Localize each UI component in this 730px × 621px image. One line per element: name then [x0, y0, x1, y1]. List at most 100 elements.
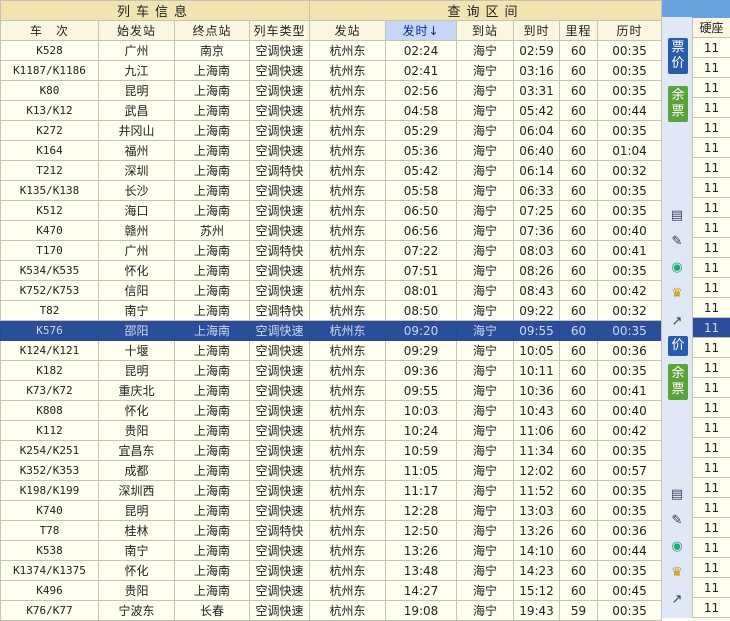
table-row[interactable]: T78桂林上海南空调特快杭州东12:50海宁13:266000:36 — [1, 521, 662, 541]
cell-hard-seat[interactable]: 11 — [693, 358, 730, 378]
cell-origin: 昆明 — [99, 361, 175, 381]
table-row[interactable]: T82南宁上海南空调特快杭州东08:50海宁09:226000:32 — [1, 301, 662, 321]
cell-hard-seat[interactable]: 11 — [693, 178, 730, 198]
table-row[interactable]: K112贵阳上海南空调快速杭州东10:24海宁11:066000:42 — [1, 421, 662, 441]
table-row[interactable]: K198/K199深圳西上海南空调快速杭州东11:17海宁11:526000:3… — [1, 481, 662, 501]
cell-hard-seat[interactable]: 11 — [693, 78, 730, 98]
cell-hard-seat[interactable]: 11 — [693, 198, 730, 218]
table-row[interactable]: K73/K72重庆北上海南空调快速杭州东09:55海宁10:366000:41 — [1, 381, 662, 401]
cell-hard-seat[interactable]: 11 — [693, 338, 730, 358]
cell-depart-time: 11:05 — [386, 461, 457, 481]
cell-hard-seat[interactable]: 11 — [693, 438, 730, 458]
cell-origin: 深圳西 — [99, 481, 175, 501]
arrow-icon[interactable]: ↗ — [668, 314, 686, 330]
cell-arrive-time: 03:16 — [514, 61, 560, 81]
cell-depart-station: 杭州东 — [310, 141, 386, 161]
media-icon-2[interactable]: ◉ — [668, 539, 686, 555]
table-row[interactable]: K496贵阳上海南空调快速杭州东14:27海宁15:126000:45 — [1, 581, 662, 601]
table-row[interactable]: K512海口上海南空调快速杭州东06:50海宁07:256000:35 — [1, 201, 662, 221]
cell-duration: 00:35 — [598, 61, 662, 81]
remaining-tickets-button-2[interactable]: 余 票 — [668, 364, 688, 400]
cell-hard-seat[interactable]: 11 — [693, 138, 730, 158]
edit-icon[interactable]: ✎ — [668, 234, 686, 250]
cell-duration: 00:32 — [598, 161, 662, 181]
col-header-arrive-station[interactable]: 到站 — [457, 21, 514, 41]
media-icon[interactable]: ◉ — [668, 260, 686, 276]
cell-hard-seat[interactable]: 11 — [693, 38, 730, 58]
cell-hard-seat[interactable]: 11 — [693, 478, 730, 498]
table-row[interactable]: K13/K12武昌上海南空调快速杭州东04:58海宁05:426000:44 — [1, 101, 662, 121]
col-header-origin[interactable]: 始发站 — [99, 21, 175, 41]
col-header-arrive-time[interactable]: 到时 — [514, 21, 560, 41]
fare-button-2-label: 价 — [668, 338, 688, 354]
cell-train-code: K124/K121 — [1, 341, 99, 361]
table-row[interactable]: K182昆明上海南空调快速杭州东09:36海宁10:116000:35 — [1, 361, 662, 381]
table-row[interactable]: K740昆明上海南空调快速杭州东12:28海宁13:036000:35 — [1, 501, 662, 521]
cell-hard-seat[interactable]: 11 — [693, 118, 730, 138]
arrow-icon-2[interactable]: ↗ — [668, 592, 686, 608]
table-row[interactable]: K576邵阳上海南空调快速杭州东09:20海宁09:556000:35 — [1, 321, 662, 341]
cell-arrive-time: 03:31 — [514, 81, 560, 101]
fare-button-2[interactable]: 价 — [668, 336, 688, 356]
table-row[interactable]: K538南宁上海南空调快速杭州东13:26海宁14:106000:44 — [1, 541, 662, 561]
table-row[interactable]: K1374/K1375怀化上海南空调快速杭州东13:48海宁14:236000:… — [1, 561, 662, 581]
col-header-train-type[interactable]: 列车类型 — [250, 21, 310, 41]
crown-icon[interactable]: ♛ — [668, 286, 686, 302]
col-header-distance[interactable]: 里程 — [560, 21, 598, 41]
remaining-tickets-button[interactable]: 余 票 — [668, 86, 688, 122]
table-row[interactable]: K534/K535怀化上海南空调快速杭州东07:51海宁08:266000:35 — [1, 261, 662, 281]
cell-hard-seat[interactable]: 11 — [693, 378, 730, 398]
fare-button[interactable]: 票 价 — [668, 38, 688, 74]
table-row[interactable]: K752/K753信阳上海南空调快速杭州东08:01海宁08:436000:42 — [1, 281, 662, 301]
edit-icon-2[interactable]: ✎ — [668, 513, 686, 529]
cell-train-code: K73/K72 — [1, 381, 99, 401]
cell-hard-seat[interactable]: 11 — [693, 298, 730, 318]
cell-hard-seat[interactable]: 11 — [693, 498, 730, 518]
cell-hard-seat[interactable]: 11 — [693, 418, 730, 438]
table-row[interactable]: T212深圳上海南空调特快杭州东05:42海宁06:146000:32 — [1, 161, 662, 181]
cell-depart-time: 14:27 — [386, 581, 457, 601]
cell-hard-seat[interactable]: 11 — [693, 218, 730, 238]
cell-hard-seat[interactable]: 11 — [693, 258, 730, 278]
cell-arrive-station: 海宁 — [457, 321, 514, 341]
cell-hard-seat[interactable]: 11 — [693, 238, 730, 258]
cell-hard-seat[interactable]: 11 — [693, 538, 730, 558]
col-header-train-code[interactable]: 车 次 — [1, 21, 99, 41]
col-header-duration[interactable]: 历时 — [598, 21, 662, 41]
table-row[interactable]: K352/K353成都上海南空调快速杭州东11:05海宁12:026000:57 — [1, 461, 662, 481]
table-row[interactable]: K272井冈山上海南空调快速杭州东05:29海宁06:046000:35 — [1, 121, 662, 141]
cell-hard-seat[interactable]: 11 — [693, 598, 730, 618]
cell-hard-seat[interactable]: 11 — [693, 278, 730, 298]
table-row[interactable]: K164福州上海南空调快速杭州东05:36海宁06:406001:04 — [1, 141, 662, 161]
cell-hard-seat[interactable]: 11 — [693, 398, 730, 418]
col-header-depart-station[interactable]: 发站 — [310, 21, 386, 41]
col-header-terminus[interactable]: 终点站 — [175, 21, 250, 41]
col-header-hard-seat[interactable]: 硬座 — [693, 18, 730, 38]
cell-hard-seat[interactable]: 11 — [693, 558, 730, 578]
cell-terminus: 上海南 — [175, 401, 250, 421]
cell-hard-seat[interactable]: 11 — [693, 518, 730, 538]
cell-terminus: 上海南 — [175, 141, 250, 161]
cell-hard-seat[interactable]: 11 — [693, 318, 730, 338]
cell-hard-seat[interactable]: 11 — [693, 158, 730, 178]
cell-hard-seat[interactable]: 11 — [693, 98, 730, 118]
note-icon[interactable]: ▤ — [668, 208, 686, 224]
cell-depart-station: 杭州东 — [310, 321, 386, 341]
table-row[interactable]: K1187/K1186九江上海南空调快速杭州东02:41海宁03:166000:… — [1, 61, 662, 81]
table-row[interactable]: K124/K121十堰上海南空调快速杭州东09:29海宁10:056000:36 — [1, 341, 662, 361]
fare-button-char-2: 价 — [668, 56, 688, 72]
table-row[interactable]: K528广州南京空调快速杭州东02:24海宁02:596000:35 — [1, 41, 662, 61]
cell-hard-seat[interactable]: 11 — [693, 458, 730, 478]
table-row[interactable]: K808怀化上海南空调快速杭州东10:03海宁10:436000:40 — [1, 401, 662, 421]
table-row[interactable]: K254/K251宜昌东上海南空调快速杭州东10:59海宁11:346000:3… — [1, 441, 662, 461]
col-header-depart-time[interactable]: 发时↓ — [386, 21, 457, 41]
note-icon-2[interactable]: ▤ — [668, 487, 686, 503]
crown-icon-2[interactable]: ♛ — [668, 565, 686, 581]
table-row[interactable]: K80昆明上海南空调快速杭州东02:56海宁03:316000:35 — [1, 81, 662, 101]
table-row[interactable]: K135/K138长沙上海南空调快速杭州东05:58海宁06:336000:35 — [1, 181, 662, 201]
table-row[interactable]: T170广州上海南空调特快杭州东07:22海宁08:036000:41 — [1, 241, 662, 261]
cell-hard-seat[interactable]: 11 — [693, 578, 730, 598]
cell-origin: 信阳 — [99, 281, 175, 301]
cell-hard-seat[interactable]: 11 — [693, 58, 730, 78]
table-row[interactable]: K470赣州苏州空调快速杭州东06:56海宁07:366000:40 — [1, 221, 662, 241]
